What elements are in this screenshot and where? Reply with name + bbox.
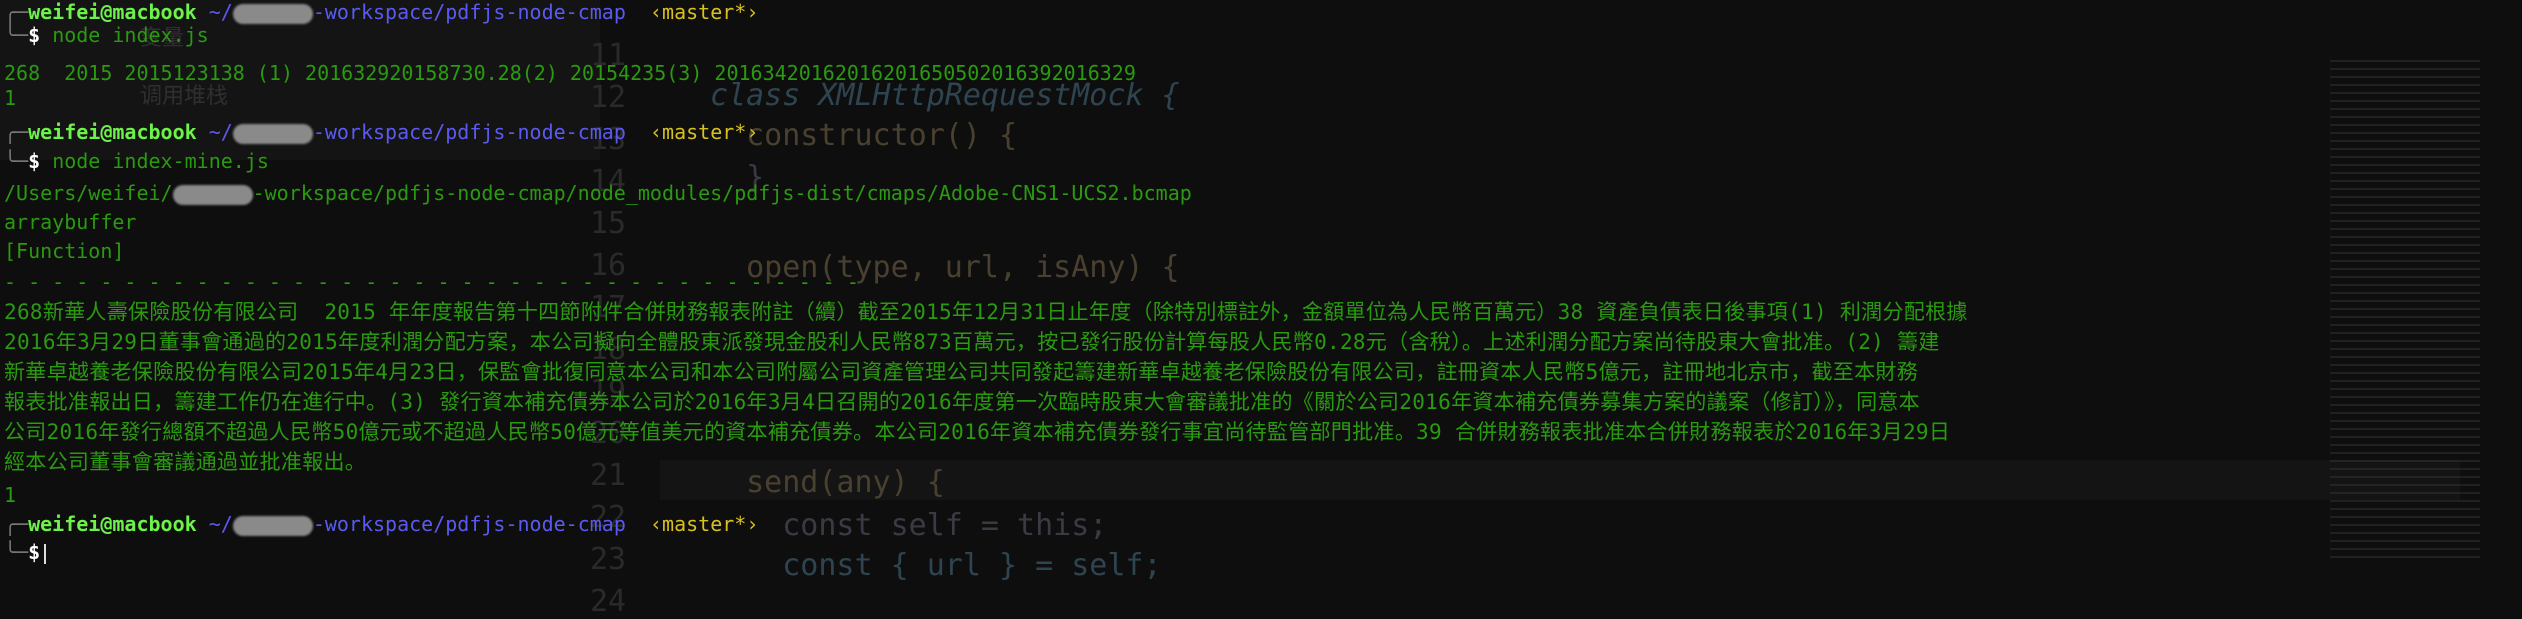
output-line: /Users/weifei/ -workspace/pdfjs-node-cmap… — [4, 182, 1192, 205]
output-text-line: 公司2016年發行總額不超過人民幣50億元或不超過人民幣50億元等值美元的資本補… — [4, 420, 1951, 444]
background-code-line: const { url } = self; — [710, 548, 1162, 583]
output-line: [Function] — [4, 239, 125, 263]
separator-line: - - - - - - - - - - - - - - - - - - - - … — [4, 270, 859, 294]
prompt-path: ~/ — [208, 512, 233, 536]
output-text-line: 2016年3月29日董事會通過的2015年度利潤分配方案，本公司擬向全體股東派發… — [4, 330, 1940, 354]
prompt-path: -workspace/pdfjs-node-cmap — [312, 512, 626, 536]
command-line: ╰─$ node index-mine.js — [4, 149, 269, 173]
output-text-line: 經本公司董事會審議通過並批准報出。 — [4, 450, 367, 474]
output-path: /Users/weifei/ — [4, 181, 173, 205]
prompt-line: ╭─weifei@macbook ~/-workspace/pdfjs-node… — [4, 120, 759, 144]
output-line: 1 — [4, 86, 17, 110]
prompt-symbol: $ — [28, 23, 41, 47]
prompt-user: weifei@macbook — [28, 120, 197, 144]
prompt-path: ~/ — [208, 0, 233, 24]
text-cursor[interactable] — [44, 543, 47, 564]
prompt-user: weifei@macbook — [28, 0, 197, 24]
command-line: ╰─$ node index.js — [4, 23, 209, 47]
prompt-path: ~/ — [208, 120, 233, 144]
background-line-number: 24 — [590, 584, 627, 619]
output-text-line: 268新華人壽保險股份有限公司 2015 年年度報告第十四節附件合併財務報表附註… — [4, 300, 1968, 324]
output-line: 1 — [4, 483, 17, 507]
redacted-blur — [172, 184, 253, 205]
redacted-blur — [232, 515, 313, 536]
background-line-number: 15 — [590, 206, 627, 241]
command-input-line[interactable]: ╰─$ — [4, 540, 47, 564]
output-path: -workspace/pdfjs-node-cmap/node_modules/… — [252, 181, 1192, 205]
background-code-line: send(any) { — [710, 465, 945, 500]
git-branch: ‹master*› — [649, 0, 759, 24]
prompt-symbol: $ — [28, 149, 41, 173]
background-minimap — [2330, 60, 2480, 560]
redacted-blur — [232, 3, 313, 24]
prompt-path: -workspace/pdfjs-node-cmap — [312, 120, 626, 144]
prompt-symbol: $ — [28, 540, 41, 564]
command-text: node index-mine.js — [52, 149, 269, 173]
background-line-number: 21 — [590, 458, 627, 493]
background-line-number: 23 — [590, 542, 627, 577]
prompt-line: ╭─weifei@macbook ~/-workspace/pdfjs-node… — [4, 0, 759, 24]
output-text-line: 報表批准報出日，籌建工作仍在進行中。(3) 發行資本補充債券本公司於2016年3… — [4, 390, 1920, 414]
background-code-line: const self = this; — [710, 508, 1108, 543]
prompt-path: -workspace/pdfjs-node-cmap — [312, 0, 626, 24]
output-text-line: 新華卓越養老保險股份有限公司2015年4月23日，保監會批復同意本公司和本公司附… — [4, 360, 1919, 384]
redacted-blur — [232, 123, 313, 144]
output-line: 268 2015 2015123138 (1) 201632920158730.… — [4, 61, 1136, 85]
command-text: node index.js — [52, 23, 209, 47]
output-line: arraybuffer — [4, 210, 137, 234]
git-branch: ‹master*› — [649, 120, 759, 144]
prompt-user: weifei@macbook — [28, 512, 197, 536]
prompt-line: ╭─weifei@macbook ~/-workspace/pdfjs-node… — [4, 512, 759, 536]
background-line-number: 12 — [590, 80, 627, 115]
git-branch: ‹master*› — [649, 512, 759, 536]
